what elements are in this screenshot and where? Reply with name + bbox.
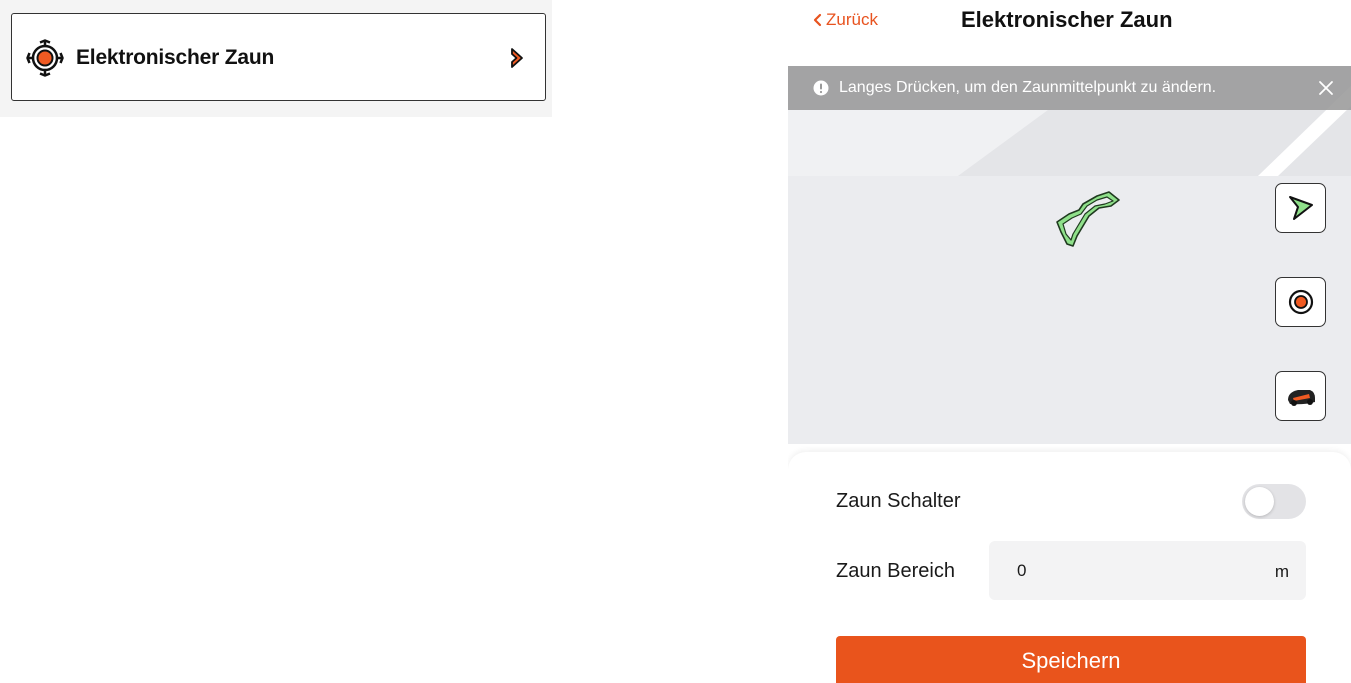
menu-item-label: Elektronischer Zaun bbox=[76, 46, 275, 69]
back-button[interactable]: Zurück bbox=[812, 10, 878, 30]
toggle-knob bbox=[1245, 487, 1274, 516]
settings-sheet: Zaun Schalter Zaun Bereich 0 m Speichern bbox=[788, 452, 1351, 683]
fence-settings-screen: Zurück Elektronischer Zaun Langes Drücke… bbox=[788, 0, 1351, 683]
map-view[interactable]: Langes Drücken, um den Zaunmittelpunkt z… bbox=[788, 66, 1351, 444]
info-icon bbox=[813, 80, 829, 96]
fence-range-input[interactable]: 0 m bbox=[989, 541, 1306, 600]
hint-text: Langes Drücken, um den Zaunmittelpunkt z… bbox=[839, 79, 1217, 96]
hint-banner: Langes Drücken, um den Zaunmittelpunkt z… bbox=[788, 66, 1351, 110]
fence-boundary-shape bbox=[1056, 191, 1120, 247]
mower-icon bbox=[1287, 390, 1315, 406]
mower-button[interactable] bbox=[1275, 371, 1326, 421]
electronic-fence-menu-item[interactable]: Elektronischer Zaun bbox=[11, 13, 546, 101]
fence-center-icon bbox=[1288, 289, 1313, 315]
fence-center-button[interactable] bbox=[1275, 277, 1326, 327]
chevron-right-icon bbox=[509, 46, 525, 70]
navigate-icon bbox=[1288, 196, 1313, 220]
navigation-bar: Zurück Elektronischer Zaun bbox=[788, 0, 1351, 66]
chevron-left-icon bbox=[813, 13, 822, 27]
close-icon[interactable] bbox=[1318, 80, 1334, 96]
range-value: 0 bbox=[1017, 561, 1027, 580]
back-label: Zurück bbox=[826, 10, 878, 29]
page-title: Elektronischer Zaun bbox=[961, 7, 1173, 32]
fence-switch-label: Zaun Schalter bbox=[836, 490, 961, 512]
navigate-button[interactable] bbox=[1275, 183, 1326, 233]
range-unit: m bbox=[1274, 562, 1289, 581]
target-icon bbox=[26, 39, 64, 77]
map-background bbox=[788, 86, 1351, 176]
fence-switch-toggle[interactable] bbox=[1242, 484, 1306, 519]
save-button[interactable]: Speichern bbox=[836, 636, 1306, 683]
fence-range-label: Zaun Bereich bbox=[836, 560, 955, 582]
